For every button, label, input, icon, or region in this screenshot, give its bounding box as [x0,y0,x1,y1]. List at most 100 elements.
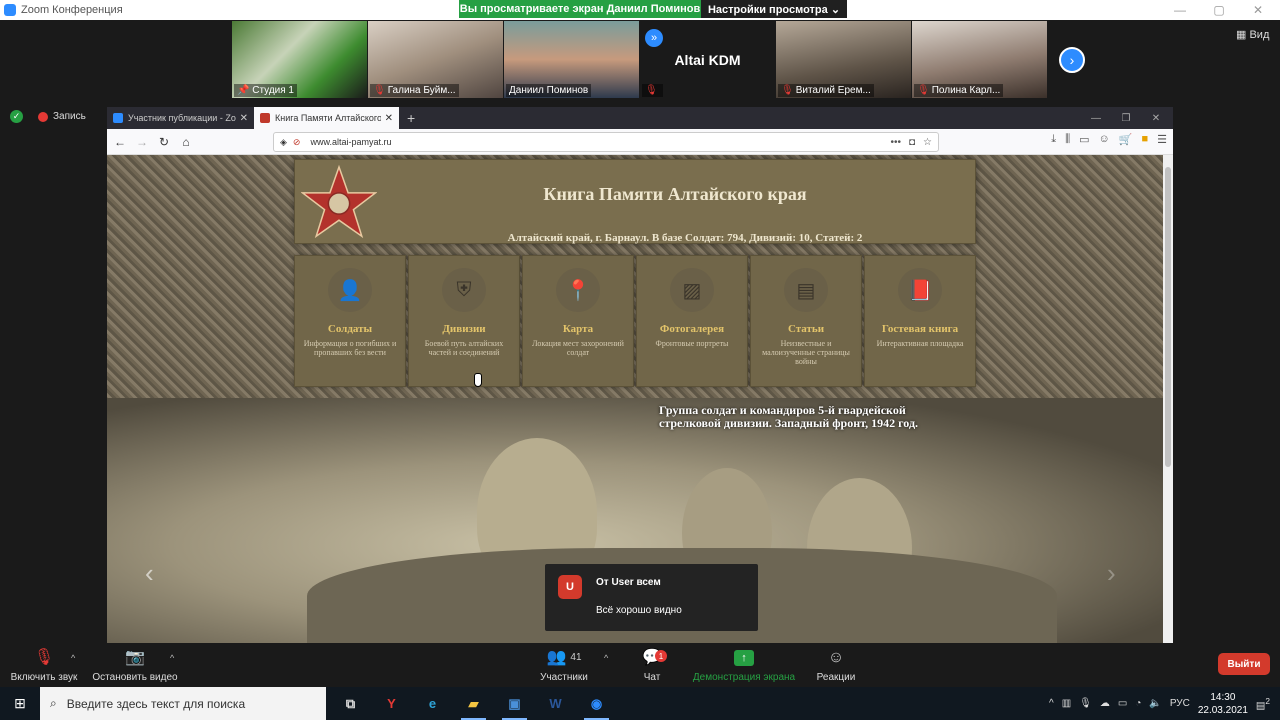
clock[interactable]: 14:30 22.03.2021 [1198,691,1248,717]
notifications-icon[interactable]: ▤2 [1256,696,1270,711]
card-desc: Интерактивная площадка [876,339,964,348]
mic-icon[interactable]: 🎙 [1079,698,1092,709]
wifi-icon[interactable]: ◔ [1135,698,1141,709]
edge-icon[interactable]: e [412,687,453,720]
close-tab-icon[interactable]: ✕ [240,113,248,124]
maximize-button[interactable]: ▢ [1200,0,1238,20]
participant-tile[interactable]: 🎙 Виталий Ерем... [776,21,911,98]
card-guestbook[interactable]: 📕 Гостевая книга Интерактивная площадка [864,255,976,387]
network-icon[interactable]: ▥ [1062,698,1071,709]
file-explorer-icon[interactable]: ▰ [453,687,494,720]
share-screen-button[interactable]: ↑ Демонстрация экрана [690,648,798,683]
tab-zoom[interactable]: Участник публикации - Zoom ✕ [107,107,254,129]
zoom-app-icon[interactable]: ◉ [576,687,617,720]
word-icon[interactable]: W [535,687,576,720]
page-scrollbar[interactable] [1163,155,1173,643]
card-map[interactable]: 📍 Карта Локация мест захоронений солдат [522,255,634,387]
forward-button[interactable]: → [133,133,151,151]
participants-count: 41 [570,652,582,663]
recording-indicator[interactable]: Запись [38,111,86,122]
hand-cursor-icon [474,373,482,387]
card-gallery[interactable]: ▨ Фотогалерея Фронтовые портреты [636,255,748,387]
site-subtitle: Алтайский край, г. Барнаул. В базе Солда… [507,232,863,244]
participants-button[interactable]: 👥 41 Участники [536,648,592,683]
card-desc: Фронтовые портреты [655,339,729,348]
extension-icon[interactable]: ■ [1141,133,1148,146]
menu-icon[interactable]: ☰ [1157,133,1167,146]
new-tab-button[interactable]: + [399,107,423,129]
chat-button[interactable]: 💬 1 Чат [638,648,667,683]
reload-button[interactable]: ↻ [155,133,173,151]
card-soldiers[interactable]: 👤 Солдаты Информация о погибших и пропав… [294,255,406,387]
url-bar[interactable]: ◈ ⊘ www.altai-pamyat.ru ••• ◘ ☆ [273,132,939,152]
view-options-button[interactable]: Настройки просмотра ⌄ [701,0,847,18]
site-title: Книга Памяти Алтайского края [543,184,807,204]
browser-restore-button[interactable]: ❐ [1111,107,1141,129]
windows-start-icon[interactable]: ⊞ [0,687,40,720]
insecure-lock-icon: ⊘ [292,136,301,147]
photos-icon[interactable]: ▣ [494,687,535,720]
chevron-up-icon[interactable]: ^ [1049,698,1054,709]
leave-button[interactable]: Выйти [1218,653,1270,675]
cart-icon[interactable]: 🛒 [1119,133,1133,146]
participant-tile[interactable]: Даниил Поминов [504,21,639,98]
task-view-icon[interactable]: ⧉ [330,687,371,720]
next-page-button[interactable]: › [1059,47,1085,73]
download-icon[interactable]: ⤓ [1051,133,1056,146]
search-icon: ⌕ [50,696,57,710]
scrollbar-thumb[interactable] [1165,167,1171,467]
share-arrow-icon: ↑ [734,650,754,666]
taskbar-search[interactable]: ⌕ Введите здесь текст для поиска [40,687,326,720]
more-icon[interactable]: ••• [890,137,901,148]
browser-close-button[interactable]: ✕ [1141,107,1171,129]
grid-icon: ▦ [1236,29,1247,41]
reactions-button[interactable]: ☺ Реакции [814,648,858,683]
minimize-button[interactable]: — [1161,0,1199,20]
book-icon: 📕 [898,268,942,312]
participant-name: 📌 Студия 1 [234,84,297,97]
participant-name: Altai KDM [674,51,741,68]
shield-icon: ⛨ [442,268,486,312]
bookmark-star-icon[interactable]: ☆ [923,137,932,148]
participants-options-icon[interactable]: ^ [604,653,608,663]
stop-video-button[interactable]: 📷 Остановить видео [90,648,180,683]
close-tab-icon[interactable]: ✕ [385,113,393,124]
card-divisions[interactable]: ⛨ Дивизии Боевой путь алтайских частей и… [408,255,520,387]
chat-notification[interactable]: U От User всем Всё хорошо видно [545,564,758,631]
collapse-video-icon[interactable]: » [645,29,663,47]
unmute-button[interactable]: 🎙 Включить звук [8,648,80,683]
battery-icon[interactable]: ▭ [1118,698,1127,709]
audio-options-icon[interactable]: ^ [71,653,75,663]
view-button[interactable]: ▦ Вид [1236,28,1269,41]
zoom-toolbar: 🎙 Включить звук ^ 📷 Остановить видео ^ 👥… [0,643,1280,687]
yandex-browser-icon[interactable]: Y [371,687,412,720]
participant-tile[interactable]: 🎙 Галина Буйм... [368,21,503,98]
sidebar-icon[interactable]: ▭ [1079,133,1089,146]
participant-name: 🎙 Галина Буйм... [370,84,459,97]
card-title: Фотогалерея [659,323,725,335]
language-indicator[interactable]: РУС [1170,698,1190,709]
account-icon[interactable]: ☺ [1099,133,1110,146]
pocket-icon[interactable]: ◘ [909,137,915,148]
carousel-next-icon[interactable]: › [1107,558,1116,589]
participant-tile[interactable]: 🎙 Полина Карл... [912,21,1047,98]
participant-tile[interactable]: 📌 Студия 1 [232,21,367,98]
cloud-icon[interactable]: ☁ [1100,698,1110,709]
camera-icon: 📷 [125,649,145,666]
back-button[interactable]: ← [111,133,129,151]
map-pin-icon: 📍 [556,268,600,312]
tab-altai-pamyat[interactable]: Книга Памяти Алтайского кр... ✕ [254,107,399,129]
home-button[interactable]: ⌂ [177,133,195,151]
close-button[interactable]: ✕ [1239,0,1277,20]
library-icon[interactable]: ⫼ [1065,133,1070,146]
record-icon [38,111,48,122]
browser-minimize-button[interactable]: — [1081,107,1111,129]
carousel-prev-icon[interactable]: ‹ [145,558,154,589]
video-strip: 📌 Студия 1 🎙 Галина Буйм... Даниил Помино… [232,21,1047,98]
card-articles[interactable]: ▤ Статьи Неизвестные и малоизученные стр… [750,255,862,387]
security-shield-icon[interactable]: ✓ [10,110,23,123]
image-icon: ▨ [670,268,714,312]
url-text: www.altai-pamyat.ru [310,137,392,147]
video-options-icon[interactable]: ^ [170,653,174,663]
volume-icon[interactable]: 🔈 [1149,698,1161,709]
